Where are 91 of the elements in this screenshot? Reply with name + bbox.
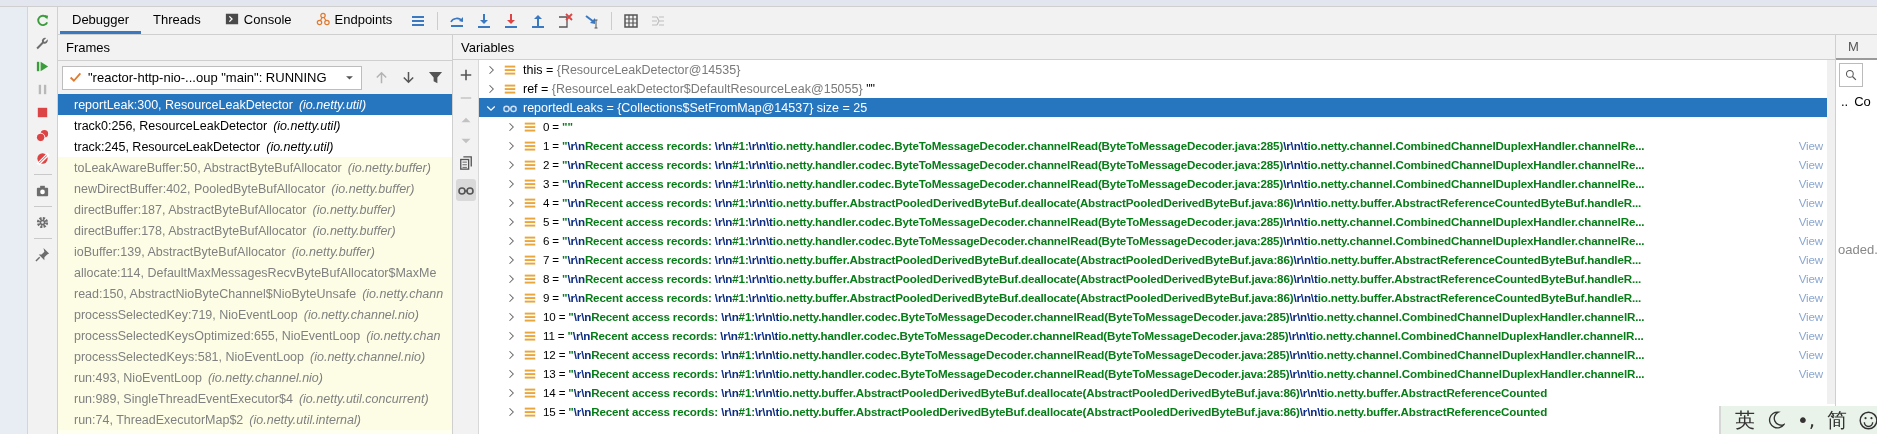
smiley-icon[interactable] bbox=[1859, 410, 1877, 430]
moon-icon[interactable] bbox=[1767, 411, 1785, 429]
variable-row[interactable]: this = {ResourceLeakDetector@14535} bbox=[479, 60, 1827, 79]
variable-text: 5 = "\r\nRecent access records: \r\n#1:\r\n\tio.netty.handler.codec.ByteToMessageDecoder.channelRead(ByteToMessageDecoder.java:285)\r\n\tio.netty.channel.CombinedChannelDuplexHandler.channelRe... bbox=[543, 215, 1645, 228]
variable-row[interactable]: ref = {ResourceLeakDetector$DefaultResourceLeak@15055} "" bbox=[479, 79, 1827, 98]
frame-item[interactable]: newDirectBuffer:402, PooledByteBufAllocator (io.netty.buffer) bbox=[58, 178, 452, 199]
view-link[interactable]: View bbox=[1792, 196, 1823, 209]
thread-dropdown[interactable]: "reactor-http-nio-...oup "main": RUNNING bbox=[62, 65, 362, 90]
rerun-icon[interactable] bbox=[35, 13, 50, 28]
frame-item[interactable]: run:493, NioEventLoop (io.netty.channel.nio) bbox=[58, 367, 452, 388]
frame-item[interactable]: track:245, ResourceLeakDetector (io.netty.util) bbox=[58, 136, 452, 157]
tab[interactable]: M bbox=[1836, 35, 1877, 60]
variable-text: ref = {ResourceLeakDetector$DefaultResourceLeak@15055} "" bbox=[523, 81, 875, 96]
endpoints-icon bbox=[315, 12, 330, 26]
tab[interactable]: Console bbox=[212, 7, 304, 34]
variable-text: 2 = "\r\nRecent access records: \r\n#1:\r\n\tio.netty.handler.codec.ByteToMessageDecoder.channelRead(ByteToMessageDecoder.java:285)\r\n\tio.netty.channel.CombinedChannelDuplexHandler.channelRe... bbox=[543, 158, 1645, 171]
variable-text: 13 = "\r\nRecent access records: \r\n#1:\r\n\tio.netty.handler.codec.ByteToMessageDecoder.channelRead(ByteToMessageDecoder.java:285)\r\n\tio.netty.channel.CombinedChannelDuplexHandler.channelR... bbox=[543, 367, 1645, 380]
variable-text: 1 = "\r\nRecent access records: \r\n#1:\r\n\tio.netty.handler.codec.ByteToMessageDecoder.channelRead(ByteToMessageDecoder.java:285)\r\n\tio.netty.channel.CombinedChannelDuplexHandler.channelRe... bbox=[543, 139, 1645, 152]
add-icon[interactable] bbox=[458, 68, 473, 82]
view-link[interactable]: View bbox=[1792, 253, 1823, 266]
variable-text: 8 = "\r\nRecent access records: \r\n#1:\r\n\tio.netty.buffer.AbstractPooledDerivedByteBuf.deallocate(AbstractPooledDerivedByteBuf.java:86)\r\n\tio.netty.buffer.AbstractReferenceCountedByteBuf.handleR... bbox=[543, 272, 1642, 285]
variable-text: 4 = "\r\nRecent access records: \r\n#1:\r\n\tio.netty.buffer.AbstractPooledDerivedByteBuf.deallocate(AbstractPooledDerivedByteBuf.java:86)\r\n\tio.netty.buffer.AbstractReferenceCountedByteBuf.handleR... bbox=[543, 196, 1642, 209]
tab[interactable]: Threads bbox=[141, 7, 213, 34]
variable-text: this = {ResourceLeakDetector@14535} bbox=[523, 62, 741, 77]
mute-breakpoints-icon[interactable] bbox=[35, 151, 50, 166]
variable-text: 11 = "\r\nRecent access records: \r\n#1:\r\n\tio.netty.handler.codec.ByteToMessageDecoder.channelRead(ByteToMessageDecoder.java:285)\r\n\tio.netty.channel.CombinedChannelDuplexHandler.channelR... bbox=[543, 329, 1644, 342]
variable-text: 15 = "\r\nRecent access records: \r\n#1:\r\n\tio.netty.buffer.AbstractPooledDerivedByteBuf.deallocate(AbstractPooledDerivedByteBuf.java:86)\r\n\tio.netty.buffer.AbstractReferenceCounted bbox=[543, 405, 1548, 418]
variable-row[interactable]: reportedLeaks = {Collections$SetFromMap@14537} size = 25 bbox=[479, 98, 1827, 117]
down-arrow-icon[interactable] bbox=[401, 70, 416, 85]
view-link[interactable]: View bbox=[1792, 310, 1823, 323]
frame-item[interactable]: toLeakAwareBuffer:50, AbstractByteBufAllocator (io.netty.buffer) bbox=[58, 157, 452, 178]
frame-item[interactable]: read:150, AbstractNioByteChannel$NioByteUnsafe (io.netty.chann bbox=[58, 283, 452, 304]
camera-icon[interactable] bbox=[35, 183, 50, 198]
breakpoints-icon[interactable] bbox=[35, 128, 50, 143]
frame-item[interactable]: ioBuffer:139, AbstractByteBufAllocator (io.netty.buffer) bbox=[58, 241, 452, 262]
frame-item[interactable]: run:74, ThreadExecutorMap$2 (io.netty.util.internal) bbox=[58, 409, 452, 430]
path-text: .. bbox=[1841, 93, 1849, 109]
variable-text: 0 = "" bbox=[543, 120, 573, 133]
run-to-cursor-icon[interactable] bbox=[584, 12, 601, 29]
stop-icon[interactable] bbox=[35, 105, 50, 120]
view-link[interactable]: View bbox=[1792, 348, 1823, 361]
status-text: oaded. bbox=[1837, 242, 1877, 257]
variable-text: 3 = "\r\nRecent access records: \r\n#1:\r\n\tio.netty.handler.codec.ByteToMessageDecoder.channelRead(ByteToMessageDecoder.java:285)\r\n\tio.netty.channel.CombinedChannelDuplexHandler.channelRe... bbox=[543, 177, 1645, 190]
ime-label[interactable]: 简 bbox=[1827, 406, 1848, 434]
variable-text: reportedLeaks = {Collections$SetFromMap@14537} size = 25 bbox=[523, 100, 868, 115]
variable-text: 7 = "\r\nRecent access records: \r\n#1:\r\n\tio.netty.buffer.AbstractPooledDerivedByteBuf.deallocate(AbstractPooledDerivedByteBuf.java:86)\r\n\tio.netty.buffer.AbstractReferenceCountedByteBuf.handleR... bbox=[543, 253, 1642, 266]
variable-text: 14 = "\r\nRecent access records: \r\n#1:\r\n\tio.netty.buffer.AbstractPooledDerivedByteBuf.deallocate(AbstractPooledDerivedByteBuf.java:86)\r\n\tio.netty.buffer.AbstractReferenceCounted bbox=[543, 386, 1548, 399]
frame-item[interactable]: run:989, SingleThreadEventExecutor$4 (io.netty.util.concurrent) bbox=[58, 388, 452, 409]
frame-item[interactable]: track0:256, ResourceLeakDetector (io.netty.util) bbox=[58, 115, 452, 136]
view-link[interactable]: View bbox=[1792, 158, 1823, 171]
console-icon bbox=[224, 12, 239, 26]
resume-icon[interactable] bbox=[35, 59, 50, 74]
variable-text: 9 = "\r\nRecent access records: \r\n#1:\r\n\tio.netty.buffer.AbstractPooledDerivedByteBuf.deallocate(AbstractPooledDerivedByteBuf.java:86)\r\n\tio.netty.buffer.AbstractReferenceCountedByteBuf.handleR... bbox=[543, 291, 1642, 304]
view-link[interactable]: View bbox=[1792, 329, 1823, 342]
frame-item[interactable]: processSelectedKey:719, NioEventLoop (io.netty.channel.nio) bbox=[58, 304, 452, 325]
force-step-into-icon[interactable] bbox=[503, 12, 520, 29]
view-link[interactable]: View bbox=[1792, 177, 1823, 190]
variable-text: 6 = "\r\nRecent access records: \r\n#1:\r\n\tio.netty.handler.codec.ByteToMessageDecoder.channelRead(ByteToMessageDecoder.java:285)\r\n\tio.netty.channel.CombinedChannelDuplexHandler.channelRe... bbox=[543, 234, 1645, 247]
view-link[interactable]: View bbox=[1792, 367, 1823, 380]
check-icon bbox=[69, 71, 82, 84]
drop-frame-icon[interactable] bbox=[557, 12, 574, 29]
view-link[interactable]: View bbox=[1792, 291, 1823, 304]
wrench-icon[interactable] bbox=[35, 36, 50, 51]
view-link[interactable]: View bbox=[1792, 215, 1823, 228]
search-field[interactable] bbox=[1839, 63, 1863, 87]
view-link[interactable]: View bbox=[1792, 139, 1823, 152]
view-link[interactable]: View bbox=[1792, 272, 1823, 285]
view-link[interactable]: View bbox=[1792, 234, 1823, 247]
step-out-icon[interactable] bbox=[530, 12, 547, 29]
pin-icon[interactable] bbox=[35, 247, 50, 262]
calculator-icon[interactable] bbox=[623, 12, 640, 29]
variable-text: 10 = "\r\nRecent access records: \r\n#1:\r\n\tio.netty.handler.codec.ByteToMessageDecoder.channelRead(ByteToMessageDecoder.java:285)\r\n\tio.netty.channel.CombinedChannelDuplexHandler.channelR... bbox=[543, 310, 1645, 323]
copy-icon[interactable] bbox=[458, 156, 473, 170]
filter-icon[interactable] bbox=[428, 70, 443, 85]
frame-item[interactable]: processSelectedKeysOptimized:655, NioEventLoop (io.netty.chan bbox=[58, 325, 452, 346]
frame-item[interactable]: directBuffer:187, AbstractByteBufAllocator (io.netty.buffer) bbox=[58, 199, 452, 220]
step-into-icon[interactable] bbox=[476, 12, 493, 29]
settings-icon[interactable] bbox=[35, 215, 50, 230]
ime-label[interactable]: 英 bbox=[1735, 406, 1755, 434]
search-icon bbox=[1845, 69, 1857, 81]
scrollbar[interactable] bbox=[1827, 60, 1835, 404]
frame-item[interactable]: allocate:114, DefaultMaxMessagesRecvByteBufAllocator$MaxMe bbox=[58, 262, 452, 283]
ime-label[interactable]: •, bbox=[1797, 408, 1816, 432]
frame-item[interactable]: reportLeak:300, ResourceLeakDetector (io.netty.util) bbox=[58, 94, 452, 115]
column-header: Co bbox=[1854, 93, 1871, 109]
frame-item[interactable]: processSelectedKeys:581, NioEventLoop (io.netty.channel.nio) bbox=[58, 346, 452, 367]
tab[interactable]: Endpoints bbox=[303, 7, 405, 34]
panel-title: Frames bbox=[58, 35, 452, 61]
variable-text: 12 = "\r\nRecent access records: \r\n#1:\r\n\tio.netty.handler.codec.ByteToMessageDecoder.channelRead(ByteToMessageDecoder.java:285)\r\n\tio.netty.channel.CombinedChannelDuplexHandler.channelR... bbox=[543, 348, 1645, 361]
frame-item[interactable]: directBuffer:178, AbstractByteBufAllocator (io.netty.buffer) bbox=[58, 220, 452, 241]
panel-title: Variables bbox=[453, 35, 1835, 60]
